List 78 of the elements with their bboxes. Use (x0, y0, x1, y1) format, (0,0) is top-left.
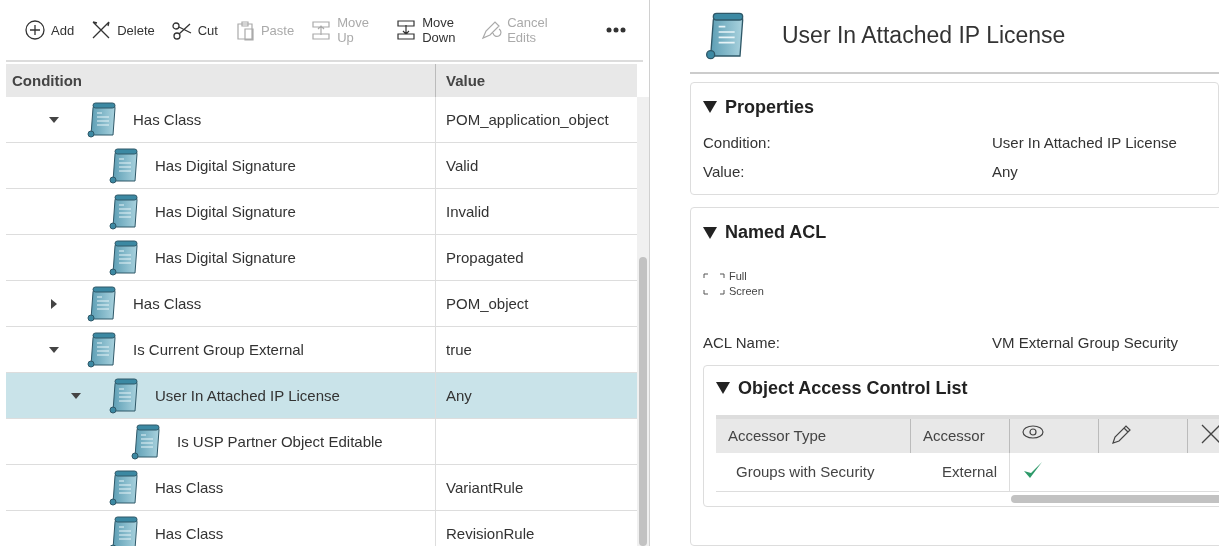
tree-row[interactable]: Has Class POM_application_object (6, 97, 637, 143)
caret-icon[interactable] (716, 382, 730, 395)
value-text: Propagated (446, 249, 524, 266)
scroll-icon (108, 147, 138, 184)
section-title: Object Access Control List (738, 377, 968, 399)
value-text: VariantRule (446, 479, 524, 496)
more-icon (605, 26, 627, 34)
condition-text: Has Digital Signature (155, 203, 296, 220)
condition-text: User In Attached IP License (155, 387, 340, 404)
section-title: Named ACL (725, 222, 827, 243)
caret-icon[interactable] (703, 226, 717, 239)
detail-title: User In Attached IP License (782, 22, 1066, 50)
move-up-icon (310, 19, 333, 41)
expanded-caret-icon[interactable] (49, 116, 59, 123)
scissors-icon (170, 19, 193, 41)
cross-icon (1200, 423, 1219, 446)
scroll-icon (108, 239, 138, 276)
scroll-icon (108, 377, 138, 414)
scrollbar-thumb[interactable] (1011, 494, 1219, 503)
expanded-caret-icon[interactable] (49, 346, 59, 353)
expanded-caret-icon[interactable] (71, 392, 81, 399)
table-cell: Groups with Security (716, 452, 911, 492)
value-text: true (446, 341, 472, 358)
value-text: RevisionRule (446, 525, 535, 542)
column-header[interactable]: Condition (6, 72, 435, 89)
toolbar-button[interactable]: Cut (164, 15, 224, 45)
value-text: POM_application_object (446, 111, 609, 128)
scroll-icon (86, 285, 116, 322)
scroll-icon (108, 515, 138, 546)
scrollbar-thumb[interactable] (639, 257, 647, 546)
value-text: Any (446, 387, 472, 404)
toolbar-button[interactable]: Move Down (389, 11, 471, 49)
field-value: VM External Group Security (992, 333, 1178, 351)
pencil-icon (1111, 423, 1133, 446)
condition-text: Has Digital Signature (155, 157, 296, 174)
field-value: Any (992, 162, 1018, 180)
scroll-icon (130, 423, 160, 460)
field-label: Value: (703, 162, 746, 180)
pencil-icon (480, 19, 503, 41)
scroll-icon (86, 101, 116, 138)
field-label: Condition: (703, 133, 772, 151)
tree-row[interactable]: Has Digital Signature Invalid (6, 189, 637, 235)
column-header[interactable]: Accessor Type (716, 416, 911, 453)
tree-row[interactable]: Has Digital Signature Propagated (6, 235, 637, 281)
section-title: Properties (725, 96, 815, 118)
scroll-icon (108, 469, 138, 506)
tree-row[interactable]: Has Class RevisionRule (6, 511, 637, 546)
condition-text: Is Current Group External (133, 341, 304, 358)
caret-icon[interactable] (703, 101, 717, 114)
tree-row[interactable]: Has Class VariantRule (6, 465, 637, 511)
column-header[interactable]: Accessor (910, 416, 1010, 453)
tree-row[interactable]: Has Class POM_object (6, 281, 637, 327)
field-value: User In Attached IP License (992, 133, 1177, 151)
condition-text: Has Class (155, 525, 224, 542)
column-header[interactable]: Value (435, 64, 637, 97)
add-icon (24, 19, 46, 41)
value-text: POM_object (446, 295, 529, 312)
condition-text: Has Digital Signature (155, 249, 296, 266)
condition-text: Has Class (133, 295, 202, 312)
condition-text: Has Class (133, 111, 202, 128)
table-cell: External (910, 452, 1010, 492)
toolbar-button[interactable]: Add (18, 15, 81, 45)
condition-text: Has Class (155, 479, 224, 496)
scroll-icon (86, 331, 116, 368)
collapsed-caret-icon[interactable] (51, 298, 57, 309)
scroll-icon (108, 193, 138, 230)
tree-row[interactable]: User In Attached IP License Any (6, 373, 637, 419)
move-down-icon (395, 19, 418, 41)
fullscreen-icon (703, 273, 725, 296)
value-text: Valid (446, 157, 479, 174)
full-screen-button[interactable]: Full Screen (703, 269, 771, 300)
value-text: Invalid (446, 203, 490, 220)
condition-text: Is USP Partner Object Editable (177, 433, 383, 450)
tree-row[interactable]: Has Digital Signature Valid (6, 143, 637, 189)
tree-row[interactable]: Is USP Partner Object Editable (6, 419, 637, 465)
cross-icon (90, 19, 113, 41)
toolbar-button[interactable]: Delete (84, 15, 161, 45)
field-label: ACL Name: (703, 333, 781, 351)
